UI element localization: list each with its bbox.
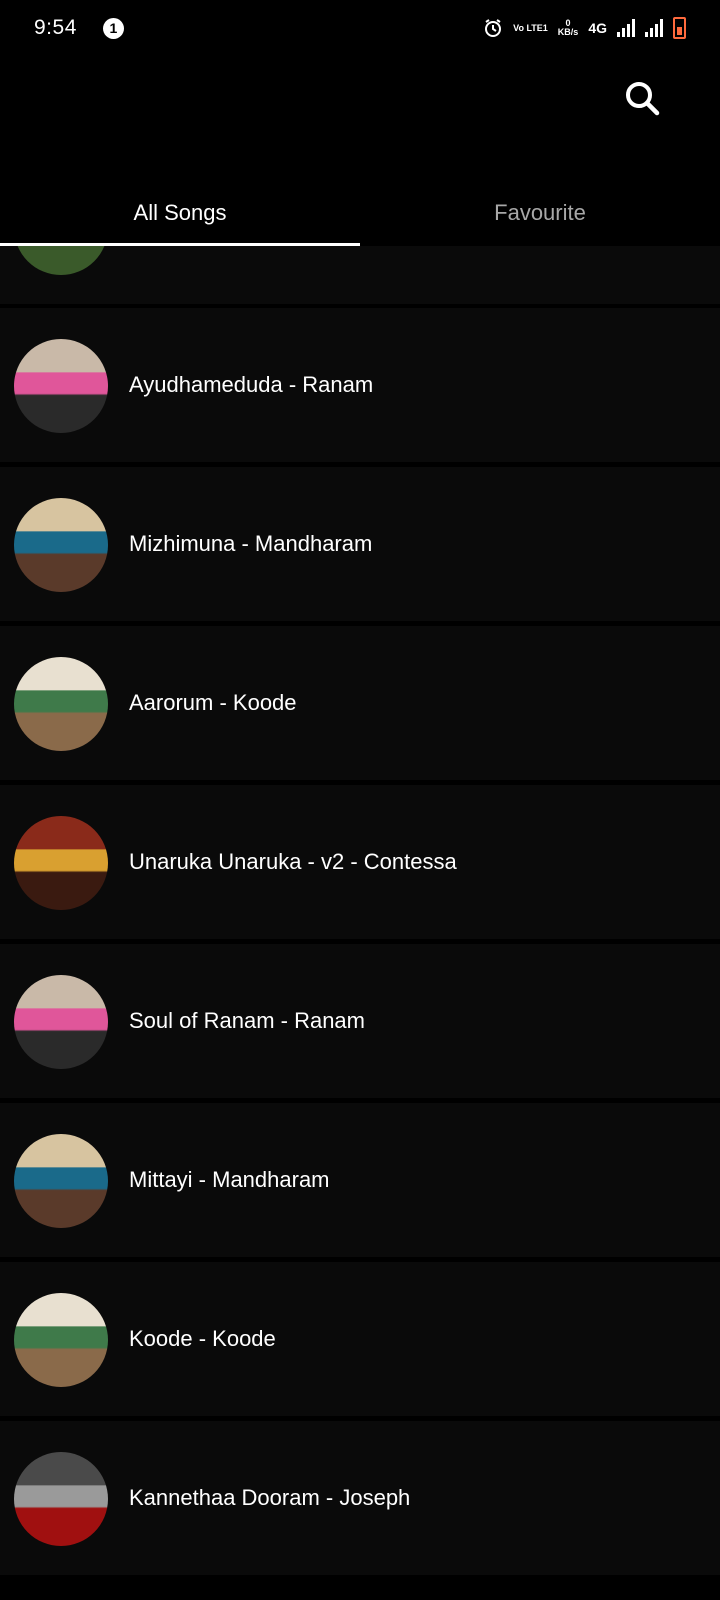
album-art <box>14 1293 108 1387</box>
tab-all-songs[interactable]: All Songs <box>0 180 360 246</box>
album-art <box>14 975 108 1069</box>
album-art <box>14 498 108 592</box>
tab-bar: All Songs Favourite <box>0 180 720 246</box>
list-item[interactable]: Soul of Ranam - Ranam <box>0 944 720 1098</box>
list-item[interactable]: Mizhimuna - Mandharam <box>0 467 720 621</box>
battery-icon <box>673 17 686 39</box>
list-item[interactable]: Mittayi - Mandharam <box>0 1103 720 1257</box>
signal-icon-2 <box>645 19 663 37</box>
list-item[interactable]: Aarorum - Koode <box>0 626 720 780</box>
song-title: Mittayi - Mandharam <box>129 1167 330 1192</box>
album-art <box>14 1134 108 1228</box>
list-item[interactable] <box>0 246 720 304</box>
status-bar: 9:54 1 Vo LTE1 0 KB/s 4G <box>0 0 720 56</box>
status-left: 9:54 1 <box>34 16 124 40</box>
song-title: Ayudhameduda - Ranam <box>129 372 374 397</box>
status-time: 9:54 <box>34 16 77 39</box>
song-title: Soul of Ranam - Ranam <box>129 1008 365 1033</box>
network-speed: 0 KB/s <box>558 19 579 37</box>
song-title: Koode - Koode <box>129 1326 276 1351</box>
tab-favourite[interactable]: Favourite <box>360 180 720 246</box>
album-art <box>14 1452 108 1546</box>
search-button[interactable] <box>618 74 666 122</box>
list-item[interactable]: Kannethaa Dooram - Joseph <box>0 1421 720 1575</box>
song-title: Kannethaa Dooram - Joseph <box>129 1485 411 1510</box>
song-title: Mizhimuna - Mandharam <box>129 531 373 556</box>
album-art <box>14 657 108 751</box>
alarm-icon <box>485 19 502 37</box>
volte-label: Vo LTE1 <box>513 22 548 33</box>
list-item[interactable]: Unaruka Unaruka - v2 - Contessa <box>0 785 720 939</box>
song-title: Unaruka Unaruka - v2 - Contessa <box>129 849 457 874</box>
album-art <box>14 339 108 433</box>
list-item[interactable]: Koode - Koode <box>0 1262 720 1416</box>
album-art <box>14 816 108 910</box>
signal-icon <box>617 19 635 37</box>
app-bar <box>0 56 720 196</box>
album-art <box>14 246 108 275</box>
status-right: Vo LTE1 0 KB/s 4G <box>483 17 686 39</box>
speed-unit: KB/s <box>557 27 579 37</box>
song-list[interactable]: Ayudhameduda - Ranam Mizhimuna - Mandhar… <box>0 246 720 1600</box>
list-item[interactable]: Ayudhameduda - Ranam <box>0 308 720 462</box>
network-type: 4G <box>588 20 607 36</box>
song-title: Aarorum - Koode <box>129 690 297 715</box>
notification-badge: 1 <box>102 17 124 39</box>
search-icon <box>626 82 660 116</box>
